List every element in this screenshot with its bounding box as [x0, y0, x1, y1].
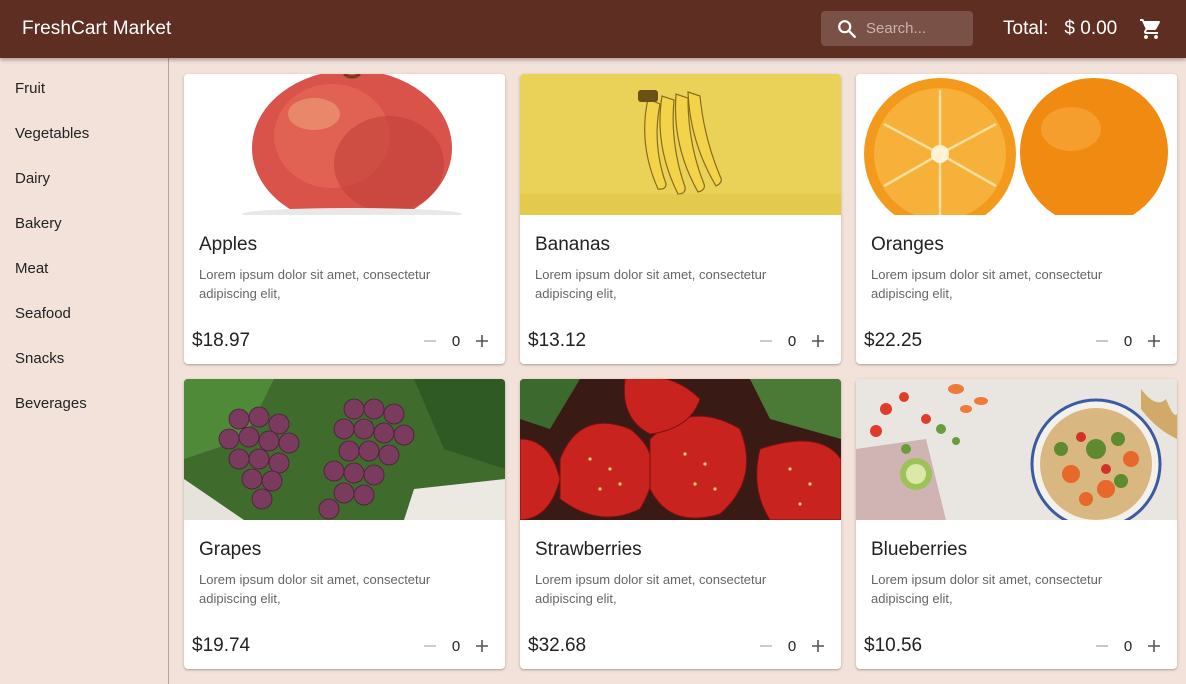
product-name: Oranges — [871, 234, 944, 255]
cart-total: Total: $ 0.00 — [1003, 0, 1117, 58]
increment-button[interactable] — [471, 330, 493, 352]
total-value: $ 0.00 — [1064, 18, 1118, 39]
quantity-stepper: 0 — [755, 330, 829, 352]
product-description: Lorem ipsum dolor sit amet, consectetur … — [535, 267, 767, 301]
product-name: Grapes — [199, 539, 262, 560]
decrement-button[interactable] — [755, 330, 777, 352]
sidebar-item-vegetables[interactable]: Vegetables — [0, 121, 168, 166]
product-card: Grapes Lorem ipsum dolor sit amet, conse… — [184, 379, 505, 669]
product-price: $13.12 — [528, 330, 587, 351]
product-card: Oranges Lorem ipsum dolor sit amet, cons… — [856, 74, 1177, 364]
product-description: Lorem ipsum dolor sit amet, consectetur … — [199, 267, 431, 301]
product-name: Apples — [199, 234, 258, 255]
sidebar-item-meat[interactable]: Meat — [0, 256, 168, 301]
quantity-stepper: 0 — [419, 635, 493, 657]
product-price: $32.68 — [528, 635, 587, 656]
decrement-button[interactable] — [419, 330, 441, 352]
product-price: $10.56 — [864, 635, 923, 656]
search-box[interactable] — [821, 11, 973, 46]
sidebar-item-beverages[interactable]: Beverages — [0, 391, 168, 436]
sidebar-item-snacks[interactable]: Snacks — [0, 346, 168, 391]
quantity-stepper: 0 — [1091, 635, 1165, 657]
minus-icon — [1096, 645, 1108, 647]
increment-button[interactable] — [1143, 635, 1165, 657]
product-name: Strawberries — [535, 539, 642, 560]
product-card: Apples Lorem ipsum dolor sit amet, conse… — [184, 74, 505, 364]
salad-bowl-image — [856, 379, 1177, 520]
bananas-image — [520, 74, 841, 215]
product-description: Lorem ipsum dolor sit amet, consectetur … — [535, 572, 767, 606]
increment-button[interactable] — [807, 635, 829, 657]
oranges-image — [856, 74, 1177, 215]
search-icon — [838, 19, 856, 38]
quantity-value: 0 — [1123, 332, 1133, 350]
increment-button[interactable] — [807, 330, 829, 352]
plus-icon — [1148, 640, 1160, 652]
minus-icon — [760, 645, 772, 647]
quantity-value: 0 — [451, 332, 461, 350]
decrement-button[interactable] — [755, 635, 777, 657]
product-name: Blueberries — [871, 539, 968, 560]
minus-icon — [424, 340, 436, 342]
sidebar-item-bakery[interactable]: Bakery — [0, 211, 168, 256]
minus-icon — [1096, 340, 1108, 342]
product-description: Lorem ipsum dolor sit amet, consectetur … — [199, 572, 431, 606]
decrement-button[interactable] — [1091, 635, 1113, 657]
plus-icon — [476, 640, 488, 652]
decrement-button[interactable] — [1091, 330, 1113, 352]
quantity-value: 0 — [787, 637, 797, 655]
quantity-stepper: 0 — [419, 330, 493, 352]
minus-icon — [760, 340, 772, 342]
quantity-value: 0 — [451, 637, 461, 655]
product-description: Lorem ipsum dolor sit amet, consectetur … — [871, 572, 1103, 606]
product-price: $19.74 — [192, 635, 251, 656]
quantity-value: 0 — [787, 332, 797, 350]
increment-button[interactable] — [1143, 330, 1165, 352]
product-grid: Apples Lorem ipsum dolor sit amet, conse… — [184, 74, 1177, 669]
plus-icon — [812, 640, 824, 652]
decrement-button[interactable] — [419, 635, 441, 657]
category-sidebar: Fruit Vegetables Dairy Bakery Meat Seafo… — [0, 58, 169, 684]
strawberries-image — [520, 379, 841, 520]
plus-icon — [812, 335, 824, 347]
grapes-image — [184, 379, 505, 520]
quantity-stepper: 0 — [755, 635, 829, 657]
app-title: FreshCart Market — [22, 18, 172, 39]
product-card: Bananas Lorem ipsum dolor sit amet, cons… — [520, 74, 841, 364]
quantity-value: 0 — [1123, 637, 1133, 655]
product-price: $18.97 — [192, 330, 251, 351]
plus-icon — [476, 335, 488, 347]
apple-image — [184, 74, 505, 215]
plus-icon — [1148, 335, 1160, 347]
quantity-stepper: 0 — [1091, 330, 1165, 352]
app-header: FreshCart Market Total: $ 0.00 — [0, 0, 1186, 58]
product-card: Strawberries Lorem ipsum dolor sit amet,… — [520, 379, 841, 669]
product-card: Blueberries Lorem ipsum dolor sit amet, … — [856, 379, 1177, 669]
minus-icon — [424, 645, 436, 647]
increment-button[interactable] — [471, 635, 493, 657]
product-description: Lorem ipsum dolor sit amet, consectetur … — [871, 267, 1103, 301]
sidebar-item-dairy[interactable]: Dairy — [0, 166, 168, 211]
total-label: Total: — [1003, 18, 1049, 39]
sidebar-item-seafood[interactable]: Seafood — [0, 301, 168, 346]
search-input[interactable] — [866, 20, 966, 37]
shopping-cart-icon[interactable] — [1139, 17, 1163, 41]
product-name: Bananas — [535, 234, 611, 255]
sidebar-item-fruit[interactable]: Fruit — [0, 76, 168, 121]
product-price: $22.25 — [864, 330, 923, 351]
